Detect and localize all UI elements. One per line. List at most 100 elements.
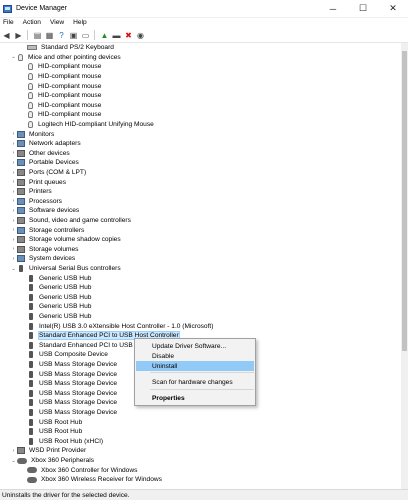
- disable-menu-item[interactable]: Disable: [136, 351, 254, 361]
- scan-hardware-menu-item[interactable]: Scan for hardware changes: [136, 377, 254, 387]
- category-item[interactable]: › Processors: [10, 197, 62, 207]
- monitor-icon[interactable]: ▭: [80, 30, 91, 41]
- properties-icon[interactable]: ▤: [32, 30, 43, 41]
- device-item[interactable]: USB Mass Storage Device: [20, 408, 117, 418]
- category-item[interactable]: › Printers: [10, 187, 52, 197]
- chevron-right-icon[interactable]: ›: [10, 237, 17, 243]
- category-item[interactable]: ⌄ Universal Serial Bus controllers: [10, 264, 121, 274]
- device-item[interactable]: Generic USB Hub: [20, 302, 91, 312]
- device-item[interactable]: USB Mass Storage Device: [20, 379, 117, 389]
- device-item[interactable]: Xbox 360 Wireless Receiver for Windows: [20, 475, 162, 485]
- device-item[interactable]: HID-compliant mouse: [20, 91, 101, 101]
- vertical-scrollbar[interactable]: [401, 43, 408, 489]
- scrollbar-thumb[interactable]: [402, 51, 407, 351]
- category-item[interactable]: › Sound, video and game controllers: [10, 216, 131, 226]
- device-item[interactable]: HID-compliant mouse: [20, 72, 101, 82]
- device-item[interactable]: USB Composite Device: [20, 350, 108, 360]
- tree-item-label: USB Root Hub: [39, 428, 83, 436]
- device-item[interactable]: USB Mass Storage Device: [20, 369, 117, 379]
- menu-action[interactable]: Action: [20, 19, 47, 26]
- chevron-right-icon[interactable]: ›: [10, 246, 17, 252]
- device-item[interactable]: USB Root Hub: [20, 427, 82, 437]
- device-item[interactable]: HID-compliant mouse: [20, 81, 101, 91]
- chevron-right-icon[interactable]: ›: [10, 150, 17, 156]
- category-item[interactable]: ⌄ Xbox 360 Peripherals: [10, 456, 94, 466]
- chevron-right-icon[interactable]: ›: [10, 256, 17, 262]
- chevron-down-icon[interactable]: ⌄: [10, 54, 17, 60]
- chevron-right-icon[interactable]: ›: [10, 179, 17, 185]
- category-item[interactable]: › Portable Devices: [10, 158, 79, 168]
- chevron-right-icon[interactable]: ›: [10, 189, 17, 195]
- category-item[interactable]: › System devices: [10, 254, 75, 264]
- computer-icon[interactable]: ▣: [68, 30, 79, 41]
- uninstall-icon[interactable]: ✖: [123, 30, 134, 41]
- device-item[interactable]: Xbox 360 Controller for Windows: [20, 465, 137, 475]
- device-item[interactable]: Intel(R) USB 3.0 eXtensible Host Control…: [20, 321, 213, 331]
- scan-hardware-icon[interactable]: ◉: [135, 30, 146, 41]
- category-item[interactable]: › Network adapters: [10, 139, 81, 149]
- usb-plug-icon: [29, 418, 33, 426]
- chevron-right-icon[interactable]: ›: [10, 141, 17, 147]
- show-hidden-icon[interactable]: ▦: [44, 30, 55, 41]
- update-driver-icon[interactable]: ▲: [99, 30, 110, 41]
- properties-menu-item[interactable]: Properties: [136, 393, 254, 403]
- device-category-icon: [17, 197, 25, 205]
- maximize-button[interactable]: ☐: [348, 0, 378, 17]
- chevron-right-icon[interactable]: ›: [10, 131, 17, 137]
- close-button[interactable]: ✕: [378, 0, 408, 17]
- device-item[interactable]: Standard PS/2 Keyboard: [20, 43, 114, 53]
- device-item[interactable]: Generic USB Hub: [20, 312, 91, 322]
- category-item[interactable]: ⌄ Mice and other pointing devices: [10, 53, 121, 63]
- help-icon[interactable]: ?: [56, 30, 67, 41]
- chevron-right-icon[interactable]: ›: [10, 448, 17, 454]
- device-item[interactable]: Generic USB Hub: [20, 293, 91, 303]
- category-item[interactable]: › Other devices: [10, 149, 70, 159]
- tree-item-label: Software devices: [29, 207, 80, 215]
- device-item[interactable]: HID-compliant mouse: [20, 101, 101, 111]
- minimize-button[interactable]: ─: [318, 0, 348, 17]
- tree-item-label: Intel(R) USB 3.0 eXtensible Host Control…: [39, 322, 214, 330]
- device-item[interactable]: Generic USB Hub: [20, 283, 91, 293]
- chevron-right-icon[interactable]: ›: [10, 160, 17, 166]
- chevron-right-icon[interactable]: ›: [10, 170, 17, 176]
- mouse-icon: [18, 53, 23, 61]
- chevron-down-icon[interactable]: ⌄: [10, 266, 17, 272]
- usb-plug-icon: [29, 409, 33, 417]
- update-driver-menu-item[interactable]: Update Driver Software...: [136, 341, 254, 351]
- chevron-right-icon[interactable]: ›: [10, 218, 17, 224]
- device-item[interactable]: USB Mass Storage Device: [20, 389, 117, 399]
- menu-file[interactable]: File: [0, 19, 20, 26]
- category-item[interactable]: › WSD Print Provider: [10, 446, 86, 456]
- device-item[interactable]: Logitech HID-compliant Unifying Mouse: [20, 120, 154, 130]
- tree-item-label: HID-compliant mouse: [38, 111, 102, 119]
- device-item[interactable]: HID-compliant mouse: [20, 110, 101, 120]
- menu-view[interactable]: View: [47, 19, 70, 26]
- chevron-right-icon[interactable]: ›: [10, 198, 17, 204]
- tree-item-label: HID-compliant mouse: [38, 101, 102, 109]
- back-arrow-icon[interactable]: ◀: [1, 30, 12, 41]
- tree-item-label: Xbox 360 Wireless Receiver for Windows: [41, 476, 162, 484]
- device-item[interactable]: HID-compliant mouse: [20, 62, 101, 72]
- tree-item-label: USB Mass Storage Device: [39, 409, 118, 417]
- category-item[interactable]: › Storage volume shadow copies: [10, 235, 121, 245]
- category-item[interactable]: › Print queues: [10, 177, 66, 187]
- chevron-down-icon[interactable]: ⌄: [10, 458, 17, 464]
- forward-arrow-icon[interactable]: ▶: [13, 30, 24, 41]
- chevron-right-icon[interactable]: ›: [10, 208, 17, 214]
- device-item[interactable]: Standard Enhanced PCI to USB H: [20, 341, 139, 351]
- device-item[interactable]: USB Root Hub: [20, 417, 82, 427]
- device-item[interactable]: USB Root Hub (xHCI): [20, 437, 103, 447]
- tree-item-label: Sound, video and game controllers: [29, 217, 131, 225]
- category-item[interactable]: › Monitors: [10, 129, 54, 139]
- uninstall-menu-item[interactable]: Uninstall: [136, 361, 254, 371]
- menu-help[interactable]: Help: [70, 19, 93, 26]
- chevron-right-icon[interactable]: ›: [10, 227, 17, 233]
- device-item[interactable]: USB Mass Storage Device: [20, 398, 117, 408]
- category-item[interactable]: › Storage controllers: [10, 225, 84, 235]
- category-item[interactable]: › Storage volumes: [10, 245, 78, 255]
- disable-device-icon[interactable]: ▬: [111, 30, 122, 41]
- device-item[interactable]: USB Mass Storage Device: [20, 360, 117, 370]
- category-item[interactable]: › Ports (COM & LPT): [10, 168, 86, 178]
- device-item[interactable]: Generic USB Hub: [20, 273, 91, 283]
- category-item[interactable]: › Software devices: [10, 206, 79, 216]
